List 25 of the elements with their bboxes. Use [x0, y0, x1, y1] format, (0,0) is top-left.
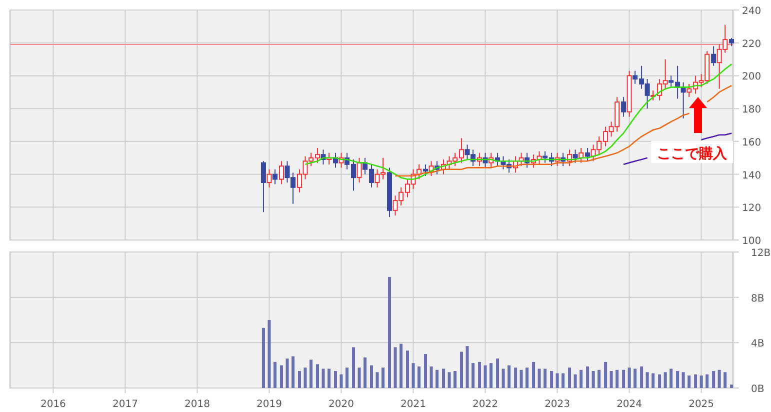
- axis-label: 2020: [328, 399, 354, 410]
- axis-label: 2024: [616, 399, 642, 410]
- axis-label: 4B: [751, 338, 764, 350]
- axis-label: 8B: [751, 293, 764, 304]
- axis-label: 0B: [751, 384, 764, 395]
- axis-label: 2016: [40, 399, 66, 410]
- annotation: ここで購入: [657, 146, 728, 162]
- axis-label: 100: [742, 236, 762, 246]
- axis-label: 140: [742, 170, 762, 182]
- callout-label: ここで購入: [651, 141, 733, 163]
- axis-label: 2019: [256, 399, 282, 410]
- callout-arrow: [689, 97, 707, 133]
- axis-label: 220: [742, 38, 762, 50]
- axis-label: 2025: [688, 399, 714, 410]
- axis-label: 160: [742, 137, 762, 148]
- axis-label: 180: [742, 104, 762, 116]
- axis-label: 120: [742, 203, 762, 214]
- axis-label: 2018: [184, 399, 210, 410]
- axis-label: 2021: [400, 399, 426, 410]
- axis-label: 2017: [112, 399, 138, 410]
- axis-label: 200: [742, 72, 762, 83]
- axis-label: 240: [742, 6, 762, 17]
- axis-label: 12B: [751, 248, 771, 259]
- axis-label: 2022: [472, 399, 498, 410]
- axis-label: 2023: [544, 399, 570, 410]
